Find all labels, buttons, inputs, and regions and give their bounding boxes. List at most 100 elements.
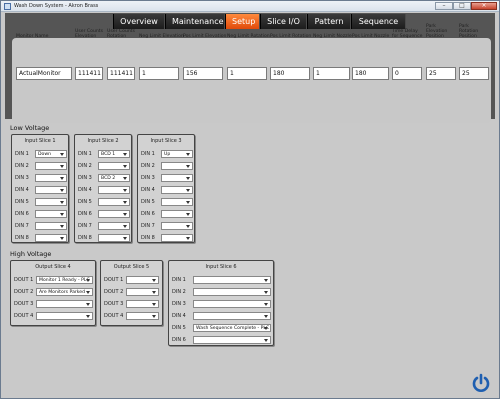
slice-row-dropdown[interactable] bbox=[161, 222, 193, 230]
slice-row-dropdown[interactable] bbox=[193, 276, 271, 284]
app-icon bbox=[4, 3, 11, 10]
slice-row-dropdown[interactable]: BCD 1 bbox=[98, 150, 130, 158]
slice-row-dropdown[interactable] bbox=[161, 174, 193, 182]
time-delay-input[interactable]: 0 bbox=[392, 67, 422, 80]
param-label: Pos Limit Rotation bbox=[270, 34, 312, 39]
chevron-down-icon bbox=[152, 291, 156, 294]
user-counts-elevation-input[interactable]: 111411 bbox=[75, 67, 103, 80]
pos-limit-nozzle-input[interactable]: 180 bbox=[352, 67, 389, 80]
slice-row-dropdown[interactable]: Down bbox=[35, 150, 67, 158]
slice-row-dropdown[interactable] bbox=[98, 210, 130, 218]
slice-row-dropdown[interactable] bbox=[35, 174, 67, 182]
slice-row-dropdown[interactable]: Wash Sequence Complete - PLC bbox=[193, 324, 271, 332]
slice-row-dropdown[interactable] bbox=[161, 162, 193, 170]
slice-row-dropdown[interactable] bbox=[193, 288, 271, 296]
neg-limit-rotation-input[interactable]: 1 bbox=[227, 67, 267, 80]
slice-row-label: DIN 2 bbox=[172, 289, 186, 295]
user-counts-rotation-input[interactable]: 111411 bbox=[107, 67, 135, 80]
slice-row: DIN 3 bbox=[15, 174, 67, 183]
park-rotation-input[interactable]: 25 bbox=[459, 67, 489, 80]
slice-row-dropdown[interactable] bbox=[35, 210, 67, 218]
slice-row-label: DIN 5 bbox=[141, 199, 155, 205]
slice-row: DIN 8 bbox=[15, 234, 67, 243]
slice-row-dropdown[interactable] bbox=[126, 300, 159, 308]
slice-row-dropdown[interactable] bbox=[193, 336, 271, 344]
chevron-down-icon bbox=[60, 189, 64, 192]
power-icon[interactable] bbox=[471, 373, 491, 393]
high-voltage-heading: High Voltage bbox=[10, 250, 52, 258]
tab-slice-io[interactable]: Slice I/O bbox=[260, 14, 307, 29]
input-slice-3-panel: Input Slice 3 DIN 1 Up DIN 2 DIN 3 DIN 4 DIN 5… bbox=[137, 134, 195, 243]
tab-sequence[interactable]: Sequence bbox=[351, 14, 406, 29]
park-elevation-input[interactable]: 25 bbox=[426, 67, 456, 80]
slice-row-dropdown[interactable] bbox=[161, 210, 193, 218]
slice-row-dropdown[interactable] bbox=[98, 198, 130, 206]
slice-row: DOUT 1 Monitor 1 Ready - PLC bbox=[14, 276, 93, 285]
input-slice-6-panel: Input Slice 6 DIN 1 DIN 2 DIN 3 DIN 4 DIN 5 Wa… bbox=[168, 260, 274, 346]
dropdown-value: Wash Sequence Complete - PLC bbox=[196, 326, 270, 331]
slice-row-dropdown[interactable] bbox=[98, 162, 130, 170]
window-title: Wash Down System - Akron Brass bbox=[14, 3, 99, 9]
slice-row-label: DIN 4 bbox=[172, 313, 186, 319]
slice-row-dropdown[interactable]: Monitor 1 Ready - PLC bbox=[36, 276, 93, 284]
pos-limit-rotation-input[interactable]: 180 bbox=[270, 67, 310, 80]
slice-title: Output Slice 5 bbox=[113, 264, 150, 270]
slice-row: DIN 8 bbox=[141, 234, 193, 243]
tab-overview[interactable]: Overview bbox=[113, 14, 165, 29]
tab-maintenance[interactable]: Maintenance bbox=[165, 14, 225, 29]
slice-row-dropdown[interactable] bbox=[35, 198, 67, 206]
slice-row-dropdown[interactable] bbox=[161, 234, 193, 242]
slice-row-label: DIN 1 bbox=[15, 151, 29, 157]
close-button[interactable]: × bbox=[471, 2, 497, 10]
slice-row-dropdown[interactable]: Are Monitors Parked bbox=[36, 288, 93, 296]
slice-row-dropdown[interactable] bbox=[35, 222, 67, 230]
slice-row: DIN 4 bbox=[15, 186, 67, 195]
slice-row-dropdown[interactable] bbox=[126, 276, 159, 284]
maximize-button[interactable]: □ bbox=[453, 2, 471, 10]
slice-row-dropdown[interactable] bbox=[126, 288, 159, 296]
chevron-down-icon bbox=[123, 225, 127, 228]
param-label: Park Elevation Position bbox=[426, 24, 448, 39]
slice-row-dropdown[interactable]: BCD 2 bbox=[98, 174, 130, 182]
tab-pattern[interactable]: Pattern bbox=[307, 14, 351, 29]
slice-row-dropdown[interactable] bbox=[98, 186, 130, 194]
chevron-down-icon bbox=[152, 315, 156, 318]
chevron-down-icon bbox=[186, 153, 190, 156]
slice-row: DIN 6 bbox=[78, 210, 130, 219]
dropdown-value: BCD 1 bbox=[101, 152, 116, 157]
pos-limit-elevation-input[interactable]: 156 bbox=[183, 67, 223, 80]
slice-row: DOUT 1 bbox=[104, 276, 159, 285]
slice-row-dropdown[interactable] bbox=[35, 162, 67, 170]
slice-row-dropdown[interactable] bbox=[193, 312, 271, 320]
chevron-down-icon bbox=[186, 201, 190, 204]
neg-limit-nozzle-input[interactable]: 1 bbox=[313, 67, 350, 80]
slice-row: DIN 5 Wash Sequence Complete - PLC bbox=[172, 324, 271, 333]
slice-row: DIN 5 bbox=[78, 198, 130, 207]
slice-row-dropdown[interactable] bbox=[193, 300, 271, 308]
slice-row-dropdown[interactable] bbox=[126, 312, 159, 320]
chevron-down-icon bbox=[123, 153, 127, 156]
slice-row-dropdown[interactable] bbox=[36, 300, 93, 308]
chevron-down-icon bbox=[264, 303, 268, 306]
slice-row-dropdown[interactable] bbox=[35, 186, 67, 194]
chevron-down-icon bbox=[186, 189, 190, 192]
minimize-button[interactable]: – bbox=[435, 2, 453, 10]
slice-row-dropdown[interactable] bbox=[35, 234, 67, 242]
slice-row: DIN 3 BCD 2 bbox=[78, 174, 130, 183]
slice-row-label: DIN 6 bbox=[15, 211, 29, 217]
slice-row-dropdown[interactable] bbox=[98, 222, 130, 230]
slice-row-dropdown[interactable] bbox=[161, 198, 193, 206]
slice-row-label: DOUT 2 bbox=[104, 289, 124, 295]
slice-row: DIN 6 bbox=[15, 210, 67, 219]
slice-row-label: DIN 5 bbox=[15, 199, 29, 205]
slice-row-dropdown[interactable]: Up bbox=[161, 150, 193, 158]
slice-row-dropdown[interactable] bbox=[36, 312, 93, 320]
neg-limit-elevation-input[interactable]: 1 bbox=[139, 67, 179, 80]
slice-row-dropdown[interactable] bbox=[98, 234, 130, 242]
monitor-name-input[interactable]: ActualMonitor bbox=[16, 67, 72, 80]
slice-row: DIN 2 bbox=[78, 162, 130, 171]
slice-row-dropdown[interactable] bbox=[161, 186, 193, 194]
param-label: User Counts Elevation bbox=[75, 29, 103, 39]
slice-row: DIN 1 BCD 1 bbox=[78, 150, 130, 159]
tab-setup[interactable]: Setup bbox=[225, 14, 260, 29]
